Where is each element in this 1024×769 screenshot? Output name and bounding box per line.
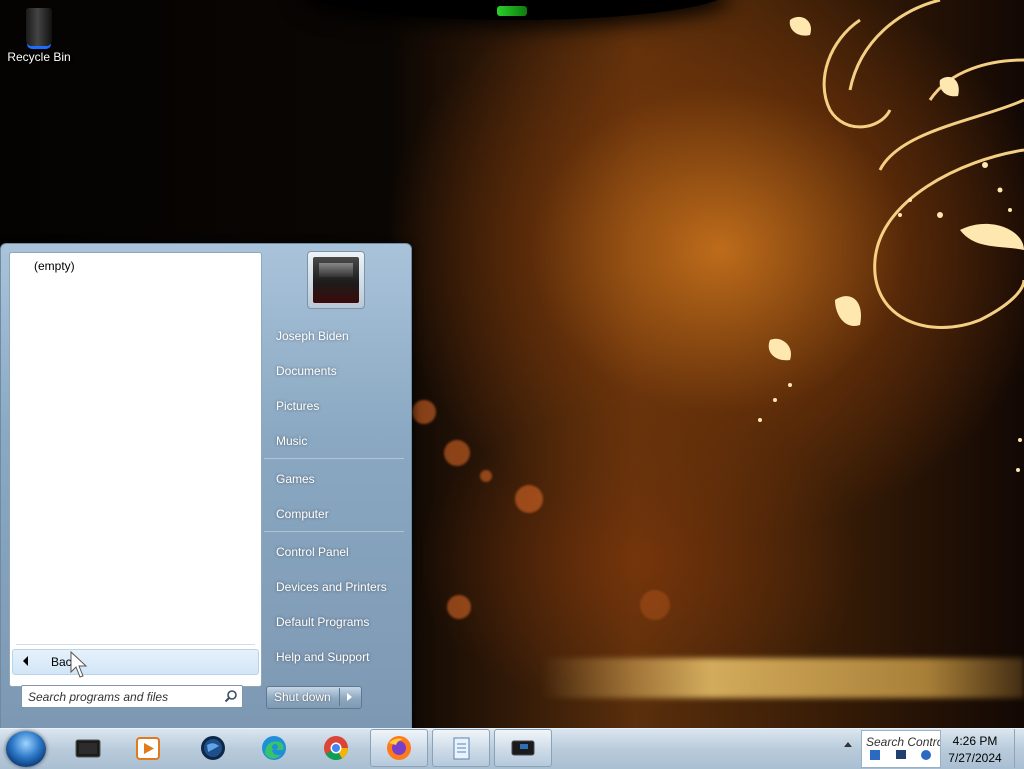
link-default-programs[interactable]: Default Programs xyxy=(264,606,404,634)
search-programs-box[interactable] xyxy=(21,685,243,708)
shutdown-label: Shut down xyxy=(274,690,331,704)
shutdown-options-arrow-icon[interactable] xyxy=(347,693,352,701)
media-player-icon xyxy=(136,737,160,760)
shutdown-button[interactable]: Shut down xyxy=(266,686,362,709)
tray-icons xyxy=(870,750,931,760)
link-music[interactable]: Music xyxy=(264,425,404,453)
places-separator xyxy=(264,458,404,459)
taskbar-button-edge[interactable] xyxy=(246,730,302,766)
show-hidden-icons-arrow-icon[interactable] xyxy=(844,742,852,747)
taskbar-button-tablet[interactable] xyxy=(60,730,116,766)
taskbar-button-chrome[interactable] xyxy=(308,730,364,766)
link-help-and-support[interactable]: Help and Support xyxy=(264,641,404,669)
desktop-icon-label: Recycle Bin xyxy=(7,50,71,64)
programs-empty-label: (empty) xyxy=(34,259,75,273)
desktop-icon-recycle-bin[interactable]: Recycle Bin xyxy=(4,8,74,64)
taskbar-button-globe[interactable] xyxy=(185,730,241,766)
chrome-icon xyxy=(324,736,348,761)
link-pictures[interactable]: Pictures xyxy=(264,390,404,418)
taskbar-button-firefox[interactable] xyxy=(370,729,428,767)
link-computer[interactable]: Computer xyxy=(264,498,404,526)
tablet-pc-icon xyxy=(75,739,101,758)
link-control-panel[interactable]: Control Panel xyxy=(264,536,404,564)
start-orb[interactable] xyxy=(6,731,46,767)
link-games[interactable]: Games xyxy=(264,463,404,491)
taskbar-clock[interactable]: 4:26 PM 7/27/2024 xyxy=(940,733,1010,767)
globe-icon xyxy=(201,736,225,760)
user-picture[interactable] xyxy=(307,251,365,309)
link-documents[interactable]: Documents xyxy=(264,355,404,383)
clock-date: 7/27/2024 xyxy=(948,751,1002,765)
edge-icon xyxy=(262,736,286,760)
link-devices-and-printers[interactable]: Devices and Printers xyxy=(264,571,404,599)
mouse-cursor-icon xyxy=(70,651,88,678)
display-icon xyxy=(896,750,906,759)
taskbar-button-media-player[interactable] xyxy=(120,730,176,766)
taskbar-button-notepad[interactable] xyxy=(432,729,490,767)
search-icon xyxy=(224,690,237,703)
user-picture-image xyxy=(313,257,359,303)
network-icon xyxy=(870,750,880,760)
link-user-folder[interactable]: Joseph Biden xyxy=(264,320,404,348)
volume-icon xyxy=(921,750,931,760)
remote-desktop-icon xyxy=(511,740,535,756)
clock-time: 4:26 PM xyxy=(952,734,998,748)
places-separator xyxy=(264,531,404,532)
firefox-icon xyxy=(387,736,411,760)
programs-separator xyxy=(16,644,255,645)
taskbar-button-remote-desktop[interactable] xyxy=(494,729,552,767)
back-button[interactable]: Back xyxy=(12,649,259,675)
programs-pane: (empty) Back xyxy=(9,252,262,687)
recycle-bin-icon xyxy=(26,8,52,46)
show-desktop-button[interactable] xyxy=(1014,729,1024,768)
search-programs-input[interactable] xyxy=(26,688,220,706)
tray-search-control-panel[interactable]: Search Contro xyxy=(861,730,941,768)
notepad-icon xyxy=(453,737,470,760)
back-arrow-icon xyxy=(23,656,28,666)
